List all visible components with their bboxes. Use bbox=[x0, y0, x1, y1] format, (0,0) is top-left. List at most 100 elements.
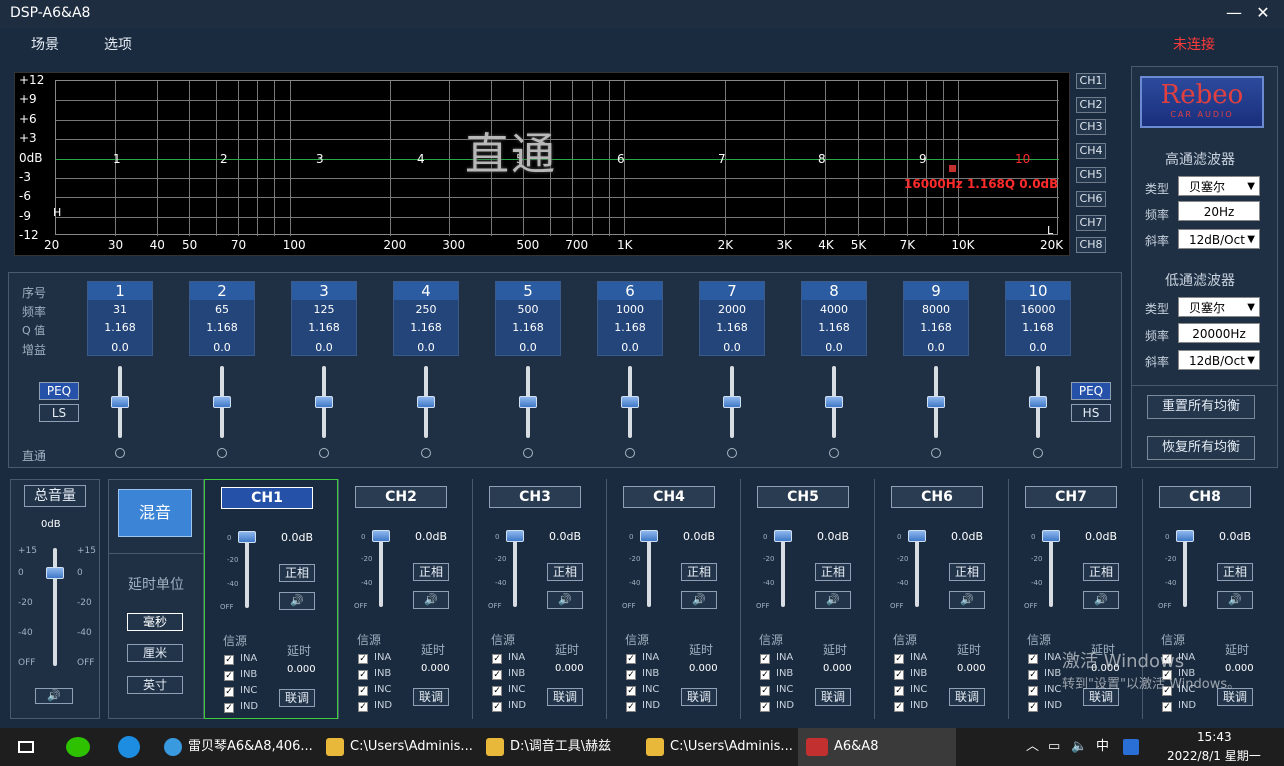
clock-date[interactable]: 2022/8/1 星期一 bbox=[1167, 747, 1261, 764]
unit-cm-button[interactable]: 厘米 bbox=[127, 644, 183, 662]
channel-mute-button[interactable]: 🔊 bbox=[1217, 591, 1253, 609]
input-checkbox[interactable]: ✓ bbox=[492, 654, 502, 664]
phase-button[interactable]: 正相 bbox=[547, 563, 583, 581]
master-volume-thumb[interactable] bbox=[46, 567, 64, 579]
channel-select-button[interactable]: CH5 bbox=[757, 486, 849, 508]
input-checkbox[interactable]: ✓ bbox=[894, 702, 904, 712]
volume-icon[interactable]: 🔈 bbox=[1071, 728, 1087, 766]
band-bypass-radio[interactable] bbox=[115, 448, 125, 458]
delay-value[interactable]: 0.000 bbox=[287, 664, 316, 675]
band-bypass-radio[interactable] bbox=[1033, 448, 1043, 458]
menu-scene[interactable]: 场景 bbox=[31, 34, 59, 54]
channel-gain-thumb[interactable] bbox=[372, 530, 390, 542]
band-point-marker[interactable] bbox=[949, 165, 956, 172]
band-marker[interactable]: 4 bbox=[417, 152, 425, 166]
graph-ch6-button[interactable]: CH6 bbox=[1076, 191, 1106, 207]
channel-gain-track[interactable] bbox=[1049, 531, 1053, 607]
channel-mute-button[interactable]: 🔊 bbox=[681, 591, 717, 609]
phase-button[interactable]: 正相 bbox=[413, 563, 449, 581]
band-marker[interactable]: 6 bbox=[617, 152, 625, 166]
band-q[interactable]: 1.168 bbox=[292, 321, 356, 334]
channel-select-button[interactable]: CH4 bbox=[623, 486, 715, 508]
band-freq[interactable]: 31 bbox=[88, 303, 152, 316]
input-checkbox[interactable]: ✓ bbox=[1028, 686, 1038, 696]
band-marker[interactable]: 1 bbox=[113, 152, 121, 166]
eq-band-9[interactable]: 9 8000 1.168 0.0 bbox=[903, 281, 969, 356]
master-mute-button[interactable]: 🔊 bbox=[35, 688, 73, 704]
band-gain[interactable]: 0.0 bbox=[598, 341, 662, 354]
ime-icon[interactable] bbox=[1123, 728, 1139, 766]
delay-value[interactable]: 0.000 bbox=[555, 663, 584, 674]
input-checkbox[interactable]: ✓ bbox=[626, 654, 636, 664]
graph-ch5-button[interactable]: CH5 bbox=[1076, 167, 1106, 183]
eq-band-7[interactable]: 7 2000 1.168 0.0 bbox=[699, 281, 765, 356]
task-view-icon[interactable] bbox=[18, 728, 34, 766]
link-button[interactable]: 联调 bbox=[413, 688, 449, 706]
delay-value[interactable]: 0.000 bbox=[421, 663, 450, 674]
eq-band-10[interactable]: 10 16000 1.168 0.0 bbox=[1005, 281, 1071, 356]
eq-band-1[interactable]: 1 31 1.168 0.0 bbox=[87, 281, 153, 356]
minimize-button[interactable]: — bbox=[1222, 2, 1246, 24]
tray-chevron-up-icon[interactable]: ︿ bbox=[1026, 728, 1039, 766]
band-q[interactable]: 1.168 bbox=[598, 321, 662, 334]
taskbar-app-5[interactable]: A6&A8 bbox=[798, 728, 956, 766]
band-freq[interactable]: 16000 bbox=[1006, 303, 1070, 316]
link-button[interactable]: 联调 bbox=[279, 689, 315, 707]
band-gain[interactable]: 0.0 bbox=[496, 341, 560, 354]
clock-time[interactable]: 15:43 bbox=[1197, 730, 1232, 744]
band-bypass-radio[interactable] bbox=[319, 448, 329, 458]
channel-gain-track[interactable] bbox=[379, 531, 383, 607]
band-gain[interactable]: 0.0 bbox=[802, 341, 866, 354]
input-checkbox[interactable]: ✓ bbox=[894, 670, 904, 680]
band-marker[interactable]: 2 bbox=[220, 152, 228, 166]
eq-band-6[interactable]: 6 1000 1.168 0.0 bbox=[597, 281, 663, 356]
input-checkbox[interactable]: ✓ bbox=[492, 702, 502, 712]
band-gain[interactable]: 0.0 bbox=[190, 341, 254, 354]
delay-value[interactable]: 0.000 bbox=[957, 663, 986, 674]
phase-button[interactable]: 正相 bbox=[279, 564, 315, 582]
link-button[interactable]: 联调 bbox=[815, 688, 851, 706]
input-checkbox[interactable]: ✓ bbox=[760, 654, 770, 664]
delay-value[interactable]: 0.000 bbox=[823, 663, 852, 674]
band-q[interactable]: 1.168 bbox=[190, 321, 254, 334]
input-checkbox[interactable]: ✓ bbox=[358, 654, 368, 664]
taskbar-app-1[interactable]: 雷贝琴A6&A8,406... bbox=[164, 728, 314, 766]
input-checkbox[interactable]: ✓ bbox=[1028, 670, 1038, 680]
phase-button[interactable]: 正相 bbox=[815, 563, 851, 581]
channel-mute-button[interactable]: 🔊 bbox=[815, 591, 851, 609]
channel-gain-thumb[interactable] bbox=[1176, 530, 1194, 542]
phase-button[interactable]: 正相 bbox=[681, 563, 717, 581]
input-checkbox[interactable]: ✓ bbox=[760, 670, 770, 680]
graph-ch3-button[interactable]: CH3 bbox=[1076, 119, 1106, 135]
eq-band-8[interactable]: 8 4000 1.168 0.0 bbox=[801, 281, 867, 356]
band-gain-thumb[interactable] bbox=[723, 396, 741, 408]
ls-button[interactable]: LS bbox=[39, 404, 79, 422]
channel-gain-thumb[interactable] bbox=[640, 530, 658, 542]
band-gain[interactable]: 0.0 bbox=[88, 341, 152, 354]
band-gain-thumb[interactable] bbox=[417, 396, 435, 408]
phase-button[interactable]: 正相 bbox=[949, 563, 985, 581]
band-freq[interactable]: 500 bbox=[496, 303, 560, 316]
band-gain[interactable]: 0.0 bbox=[904, 341, 968, 354]
hp-marker[interactable]: H bbox=[53, 206, 61, 219]
input-checkbox[interactable]: ✓ bbox=[1162, 702, 1172, 712]
input-checkbox[interactable]: ✓ bbox=[492, 686, 502, 696]
channel-gain-track[interactable] bbox=[781, 531, 785, 607]
band-freq[interactable]: 4000 bbox=[802, 303, 866, 316]
input-checkbox[interactable]: ✓ bbox=[358, 670, 368, 680]
link-button[interactable]: 联调 bbox=[681, 688, 717, 706]
link-button[interactable]: 联调 bbox=[547, 688, 583, 706]
restore-all-eq-button[interactable]: 恢复所有均衡 bbox=[1147, 436, 1255, 460]
phase-button[interactable]: 正相 bbox=[1083, 563, 1119, 581]
band-q[interactable]: 1.168 bbox=[1006, 321, 1070, 334]
channel-mute-button[interactable]: 🔊 bbox=[1083, 591, 1119, 609]
band-gain[interactable]: 0.0 bbox=[394, 341, 458, 354]
close-button[interactable]: ✕ bbox=[1251, 2, 1275, 24]
band-freq[interactable]: 2000 bbox=[700, 303, 764, 316]
lp-slope-select[interactable]: 12dB/Oct ▼ bbox=[1178, 350, 1260, 370]
band-q[interactable]: 1.168 bbox=[904, 321, 968, 334]
channel-select-button[interactable]: CH1 bbox=[221, 487, 313, 509]
input-checkbox[interactable]: ✓ bbox=[358, 686, 368, 696]
channel-select-button[interactable]: CH3 bbox=[489, 486, 581, 508]
band-bypass-radio[interactable] bbox=[421, 448, 431, 458]
